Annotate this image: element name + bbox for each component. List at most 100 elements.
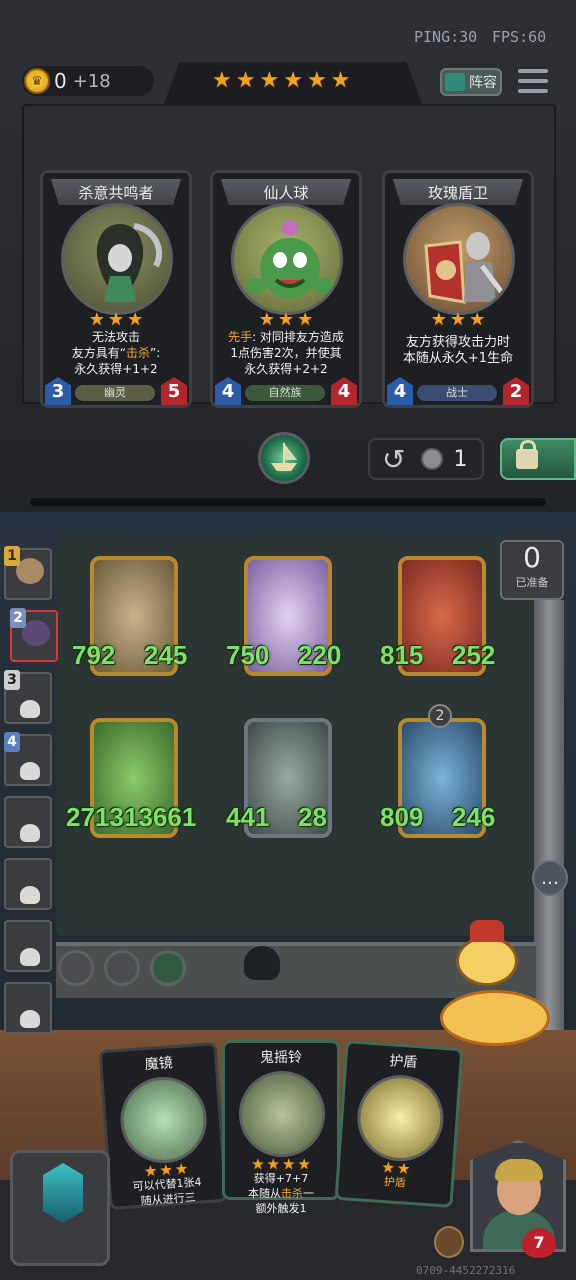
card-star-rating: ★ ★ ★ (213, 309, 359, 331)
card-description: 获得+7+7 本随从击杀一 额外触发1 (248, 1172, 314, 1215)
gold-counter: ♛ 0 +18 (22, 66, 154, 96)
hand-card[interactable]: 魔镜 ★ ★ ★ 可以代替1张4 随从进行三 (98, 1042, 228, 1210)
star-icon: ★ (430, 309, 447, 330)
rank-entry[interactable] (4, 982, 52, 1034)
minion-attack: 815 (380, 640, 424, 670)
card-description: 友方获得攻击力时 本随从永久+1生命 (402, 335, 514, 366)
rank-entry[interactable] (4, 796, 52, 848)
rank-entry[interactable] (4, 858, 52, 910)
ship-icon (271, 443, 298, 471)
tavern-tier-stars: ★ ★ ★ ★ ★ ★ (212, 70, 350, 92)
star-icon: ★ (258, 309, 275, 330)
rank-entry[interactable] (4, 920, 52, 972)
card-portrait (61, 203, 173, 315)
card-name: 杀意共鸣者 (51, 179, 181, 205)
card-star-rating: ★ ★ ★ (385, 309, 531, 331)
card-name: 护盾 (388, 1053, 418, 1072)
health-badge: 5 (161, 377, 187, 405)
shop-card[interactable]: 玫瑰盾卫 ★ ★ ★ 友方获得攻击力时 本随从永久+1生命 战士 4 2 (382, 170, 534, 408)
gold-value: 0 (54, 69, 67, 93)
mirror-portal[interactable] (10, 1150, 110, 1266)
acorn-icon[interactable] (434, 1226, 464, 1258)
ping-readout: PING:30 (414, 28, 478, 46)
rank-entry[interactable]: 3 (4, 670, 52, 724)
tribe-badge: 自然族 (245, 385, 325, 401)
hand-card[interactable]: 鬼摇铃 ★ ★ ★ ★ 获得+7+7 本随从击杀一 额外触发1 (222, 1040, 340, 1215)
rank-number: 1 (4, 546, 20, 566)
tribe-badge: 幽灵 (75, 385, 155, 401)
crown-coin-icon: ♛ (24, 68, 50, 94)
card-name: 鬼摇铃 (260, 1050, 302, 1066)
card-portrait (231, 203, 343, 315)
menu-bar-icon (518, 89, 548, 93)
star-icon: ★ (235, 68, 256, 93)
freeze-lock-button[interactable] (500, 438, 576, 480)
ready-count: 0 (523, 541, 541, 574)
board-minion[interactable]: 815 252 (380, 556, 496, 684)
shop-card[interactable]: 仙人球 ★ ★ ★ 先手: 对同排友方造成 1点伤害2次，并使其 永久获得+2+2 … (210, 170, 362, 408)
unlock-icon (516, 440, 538, 469)
board-minion[interactable]: 441 28 (226, 718, 338, 846)
star-icon: ★ (469, 309, 486, 330)
attack-badge: 4 (215, 377, 241, 405)
minion-attack: 809 (380, 802, 424, 832)
card-portrait (117, 1074, 210, 1166)
player-avatar (16, 558, 44, 584)
card-description: 先手: 对同排友方造成 1点伤害2次，并使其 永久获得+2+2 (228, 330, 344, 376)
hero-hair (495, 1159, 543, 1181)
ready-counter: 0 已准备 (500, 540, 564, 600)
book-icon (445, 73, 465, 91)
skull-icon (20, 1010, 40, 1028)
rank-entry[interactable]: 1 (4, 546, 52, 600)
minion-health: 220 (298, 640, 342, 670)
trinket-slot[interactable] (150, 950, 186, 986)
black-cat-decoration (244, 946, 280, 980)
minion-health: 252 (452, 640, 496, 670)
minion-attack: 792 (72, 640, 116, 670)
snake-body (440, 990, 550, 1046)
card-name: 魔镜 (144, 1055, 174, 1074)
card-portrait (403, 203, 515, 315)
lineup-button[interactable]: 阵容 (440, 68, 502, 96)
coin-icon (421, 448, 444, 470)
star-icon: ★ (330, 68, 351, 93)
minion-attack: 441 (226, 802, 270, 832)
skull-icon (20, 886, 40, 904)
panel-divider (30, 498, 546, 506)
snake-head (456, 936, 518, 986)
trinket-slot[interactable] (58, 950, 94, 986)
star-icon: ★ (449, 309, 467, 330)
star-icon: ★ (127, 309, 144, 330)
card-description: 无法攻击 友方具有“击杀”: 永久获得+1+2 (71, 330, 161, 376)
trinket-slot[interactable] (104, 950, 140, 986)
rank-number: 2 (10, 608, 26, 628)
minion-health: 13661 (124, 802, 197, 832)
star-icon: ★ (88, 309, 105, 330)
snake-hat (470, 920, 504, 942)
card-name: 仙人球 (221, 179, 351, 205)
rank-entry-self[interactable]: 2 (10, 608, 58, 662)
board-minion[interactable]: 2713 13661 (66, 718, 196, 846)
star-icon: ★ (283, 68, 303, 93)
snake-pet (440, 920, 550, 1050)
hand-card[interactable]: 护盾 ★ ★ 护盾 (334, 1040, 464, 1208)
refresh-button[interactable]: ↺ 1 (368, 438, 484, 480)
chat-button[interactable]: … (532, 860, 568, 896)
skull-icon (20, 824, 40, 842)
star-icon: ★ (277, 309, 295, 330)
skull-icon (20, 762, 40, 780)
card-name: 玫瑰盾卫 (393, 179, 523, 205)
minion-attack: 2713 (66, 802, 124, 832)
board-minion[interactable]: 792 245 (72, 556, 187, 684)
rank-entry[interactable]: 4 (4, 732, 52, 786)
minion-health: 28 (298, 802, 327, 832)
menu-button[interactable] (518, 66, 548, 96)
shop-card[interactable]: 杀意共鸣者 ★ ★ ★ 无法攻击 友方具有“击杀”: 永久获得+1+2 幽灵 3 5 (40, 170, 192, 408)
tribe-badge: 战士 (417, 385, 497, 401)
minion-attack: 750 (226, 640, 270, 670)
board-minion[interactable]: 2 809 246 (380, 704, 495, 846)
board-minion[interactable]: 750 220 (226, 556, 342, 684)
hero-power-button[interactable] (258, 432, 310, 484)
star-icon: ★ (107, 309, 125, 330)
star-icon: ★ (306, 68, 327, 93)
